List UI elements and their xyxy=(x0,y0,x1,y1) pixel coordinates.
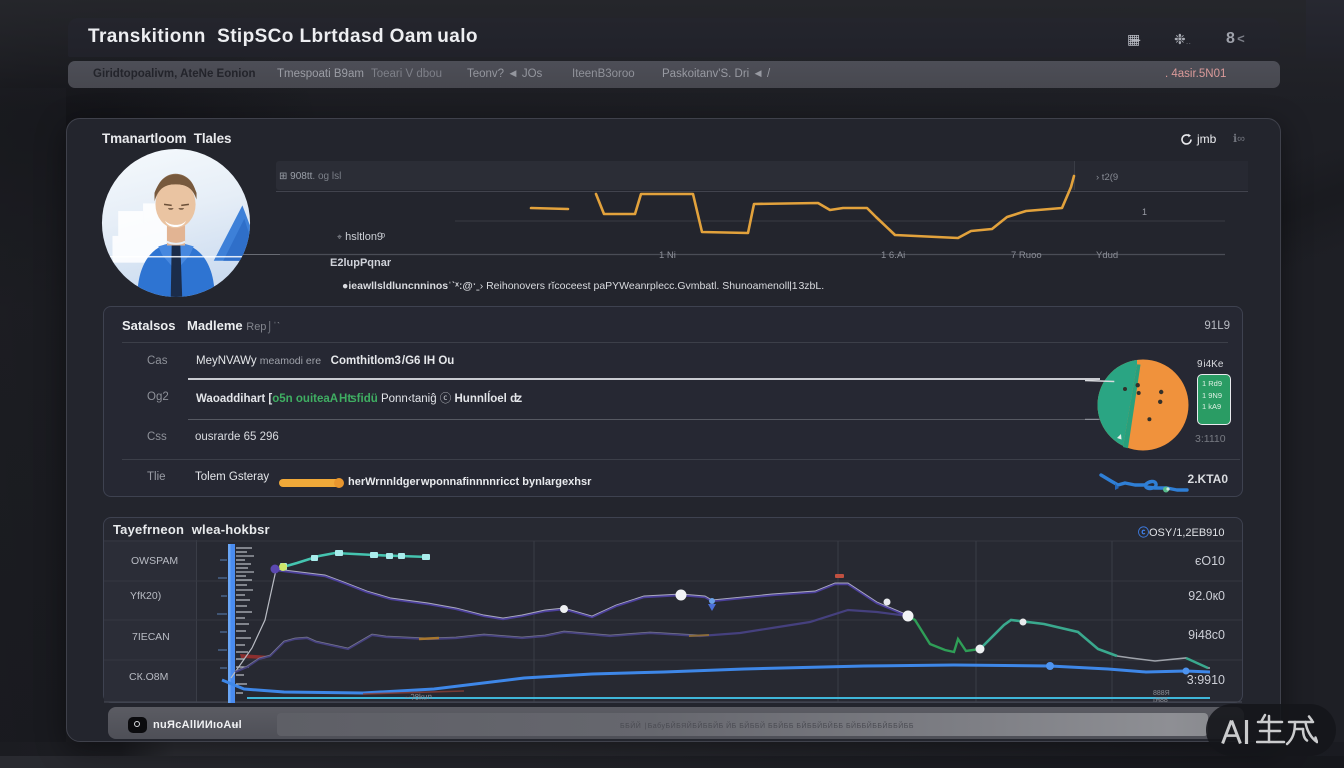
svg-text:Ydud: Ydud xyxy=(1096,250,1118,261)
svg-text:1 Ni: 1 Ni xyxy=(659,250,676,261)
svg-text:1 6.Ai: 1 6.Ai xyxy=(881,250,905,261)
svg-text:∼ʔ8kun‬: ∼ʔ8kun‬ xyxy=(404,692,432,702)
svg-text:7 Ruoo: 7 Ruoo xyxy=(1011,250,1042,261)
svg-text:1: 1 xyxy=(1142,207,1147,217)
